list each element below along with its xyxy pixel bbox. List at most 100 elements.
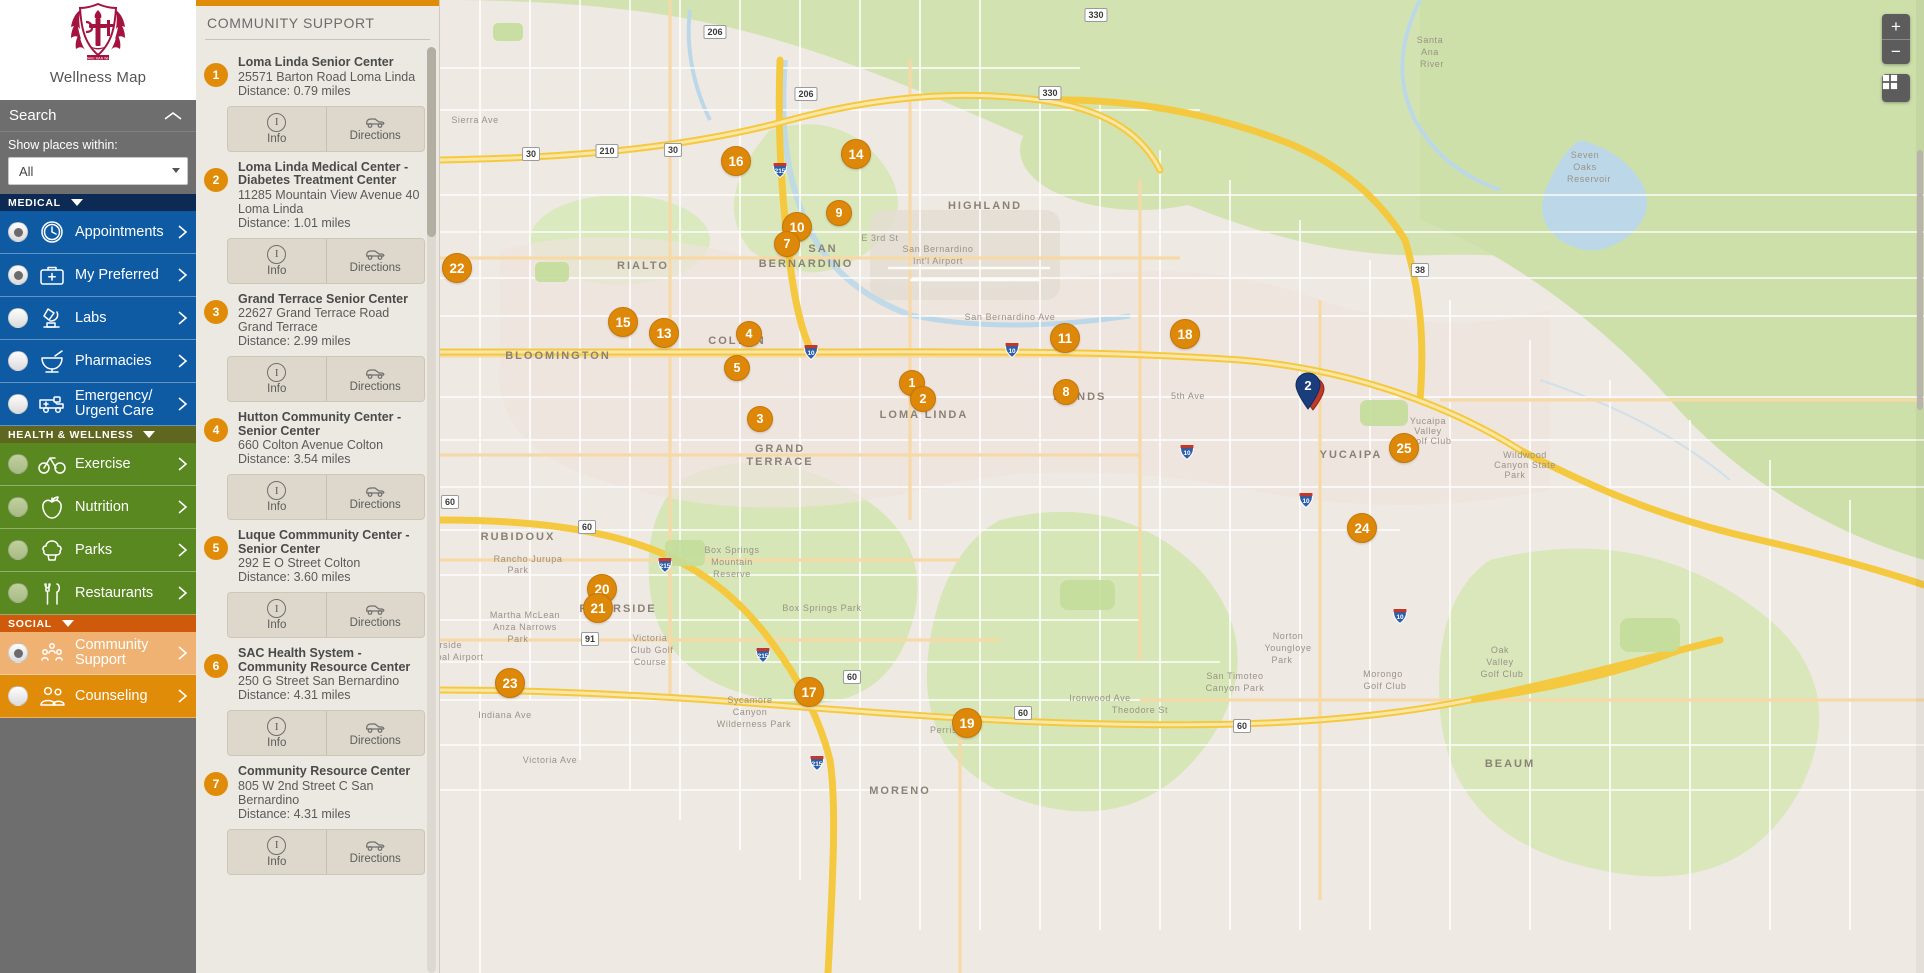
map-marker[interactable]: 2	[910, 386, 936, 412]
map-marker[interactable]: 7	[774, 231, 800, 257]
chevron-right-icon[interactable]	[174, 643, 192, 663]
result-number-badge[interactable]: 4	[204, 418, 228, 442]
current-location-pin-blue[interactable]: 2	[1293, 372, 1323, 410]
distance-select[interactable]: All	[8, 157, 188, 185]
distance-select-wrap[interactable]: All	[8, 157, 188, 185]
chevron-down-icon[interactable]	[172, 168, 180, 173]
map-marker[interactable]: 14	[841, 139, 871, 169]
directions-button[interactable]: Directions	[325, 475, 425, 519]
directions-button[interactable]: Directions	[325, 711, 425, 755]
map-marker[interactable]: 3	[747, 406, 773, 432]
sidebar-item-labs[interactable]: Labs	[0, 297, 196, 340]
group-header-social[interactable]: SOCIAL	[0, 615, 196, 632]
result-item[interactable]: 3 Grand Terrace Senior Center 22627 Grand …	[196, 284, 439, 402]
toggle-switch[interactable]	[8, 643, 28, 663]
map-marker[interactable]: 25	[1389, 433, 1419, 463]
chevron-right-icon[interactable]	[174, 265, 192, 285]
map-marker[interactable]: 8	[1053, 379, 1079, 405]
chevron-right-icon[interactable]	[174, 686, 192, 706]
info-button[interactable]: I Info	[228, 593, 326, 637]
info-button[interactable]: I Info	[228, 711, 326, 755]
sidebar-item-counseling[interactable]: Counseling	[0, 675, 196, 718]
toggle-switch[interactable]	[8, 308, 28, 328]
result-item[interactable]: 6 SAC Health System - Community Resource …	[196, 638, 439, 756]
info-button[interactable]: I Info	[228, 475, 326, 519]
zoom-in-button[interactable]: +	[1882, 14, 1910, 39]
info-button[interactable]: I Info	[228, 239, 326, 283]
info-button[interactable]: I Info	[228, 357, 326, 401]
results-scrollbar-thumb[interactable]	[427, 47, 436, 237]
toggle-switch[interactable]	[8, 497, 28, 517]
map-marker[interactable]: 17	[794, 677, 824, 707]
group-header-medical[interactable]: MEDICAL	[0, 194, 196, 211]
result-item[interactable]: 5 Luque Commmunity Center - Senior Center…	[196, 520, 439, 638]
chevron-right-icon[interactable]	[174, 540, 192, 560]
map-zoom-controls[interactable]: + −	[1882, 14, 1910, 64]
results-scrollbar[interactable]	[427, 47, 436, 973]
chevron-right-icon[interactable]	[174, 454, 192, 474]
chevron-right-icon[interactable]	[174, 394, 192, 414]
map-layers-button[interactable]	[1882, 74, 1910, 102]
sidebar-item-nutrition[interactable]: Nutrition	[0, 486, 196, 529]
toggle-switch[interactable]	[8, 265, 28, 285]
map-marker[interactable]: 23	[495, 668, 525, 698]
sidebar-item-my-preferred[interactable]: My Preferred	[0, 254, 196, 297]
result-number-badge[interactable]: 6	[204, 654, 228, 678]
chevron-up-icon[interactable]	[162, 110, 184, 122]
chevron-right-icon[interactable]	[174, 583, 192, 603]
map-marker[interactable]: 18	[1170, 319, 1200, 349]
directions-button[interactable]: Directions	[325, 593, 425, 637]
toggle-switch[interactable]	[8, 454, 28, 474]
sidebar-item-exercise[interactable]: Exercise	[0, 443, 196, 486]
sidebar-item-emergency-urgent-care[interactable]: Emergency/Urgent Care	[0, 383, 196, 426]
sidebar-item-pharmacies[interactable]: Pharmacies	[0, 340, 196, 383]
map-marker[interactable]: 24	[1347, 513, 1377, 543]
map-marker[interactable]: 19	[952, 708, 982, 738]
triangle-down-icon[interactable]	[61, 620, 74, 627]
map-marker[interactable]: 16	[721, 146, 751, 176]
map-marker[interactable]: 22	[442, 253, 472, 283]
map-marker[interactable]: 4	[736, 321, 762, 347]
directions-button[interactable]: Directions	[325, 357, 425, 401]
chevron-right-icon[interactable]	[174, 497, 192, 517]
result-number-badge[interactable]: 3	[204, 299, 228, 324]
map-marker[interactable]: 21	[583, 593, 613, 623]
sidebar-item-restaurants[interactable]: Restaurants	[0, 572, 196, 615]
map-marker[interactable]: 11	[1050, 323, 1080, 353]
toggle-switch[interactable]	[8, 686, 28, 706]
search-section-toggle[interactable]: Search	[0, 100, 196, 132]
directions-button[interactable]: Directions	[325, 238, 425, 283]
sidebar-item-community-support[interactable]: Community Support	[0, 632, 196, 675]
toggle-switch[interactable]	[8, 351, 28, 371]
map-scrollbar-thumb[interactable]	[1917, 150, 1923, 410]
directions-button[interactable]: Directions	[325, 829, 425, 874]
map-marker[interactable]: 9	[826, 200, 852, 226]
result-item[interactable]: 4 Hutton Community Center - Senior Center…	[196, 402, 439, 520]
sidebar-item-parks[interactable]: Parks	[0, 529, 196, 572]
info-button[interactable]: I Info	[228, 830, 326, 874]
info-button[interactable]: I Info	[228, 107, 326, 151]
result-item[interactable]: 2 Loma Linda Medical Center - Diabetes Tr…	[196, 152, 439, 284]
chevron-right-icon[interactable]	[174, 308, 192, 328]
map-marker[interactable]: 5	[724, 355, 750, 381]
chevron-right-icon[interactable]	[174, 351, 192, 371]
toggle-switch[interactable]	[8, 222, 28, 242]
chevron-right-icon[interactable]	[174, 222, 192, 242]
map-canvas[interactable]: 330 206 206 330 210 30 30 38 60 60 91 60 60 60 215 215…	[440, 0, 1924, 973]
sidebar-item-appointments[interactable]: Appointments	[0, 211, 196, 254]
result-number-badge[interactable]: 1	[204, 63, 228, 87]
group-header-wellness[interactable]: HEALTH & WELLNESS	[0, 426, 196, 443]
result-number-badge[interactable]: 2	[204, 167, 228, 192]
directions-button[interactable]: Directions	[325, 106, 425, 151]
triangle-down-icon[interactable]	[143, 431, 156, 438]
results-list[interactable]: 1 Loma Linda Senior Center 25571 Barton Ro…	[196, 47, 439, 973]
result-number-badge[interactable]: 5	[204, 536, 228, 560]
result-item[interactable]: 1 Loma Linda Senior Center 25571 Barton Ro…	[196, 47, 439, 152]
toggle-switch[interactable]	[8, 394, 28, 414]
toggle-switch[interactable]	[8, 583, 28, 603]
result-number-badge[interactable]: 7	[204, 772, 228, 796]
map-marker[interactable]: 15	[608, 307, 638, 337]
zoom-out-button[interactable]: −	[1882, 39, 1910, 64]
result-item[interactable]: 7 Community Resource Center 805 W 2nd Stre…	[196, 756, 439, 875]
toggle-switch[interactable]	[8, 540, 28, 560]
